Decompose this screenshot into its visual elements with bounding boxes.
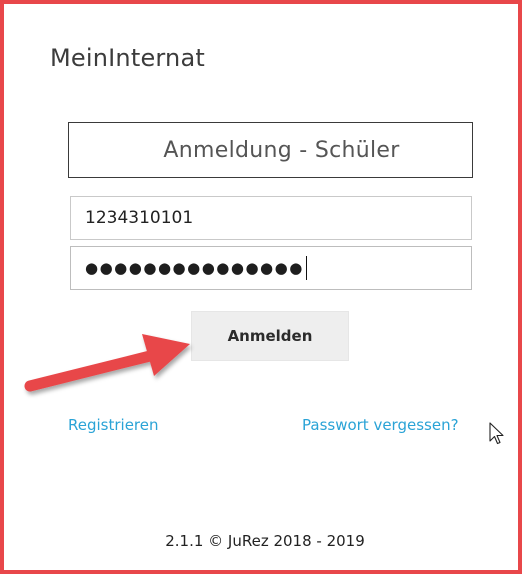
login-mode-label: Anmeldung - Schüler (163, 137, 400, 163)
version-footer: 2.1.1 © JuRez 2018 - 2019 (165, 532, 365, 550)
arrow-annotation-icon (24, 334, 190, 392)
login-mode-banner: Anmeldung - Schüler (68, 122, 473, 178)
text-caret (305, 256, 308, 280)
screenshot-frame: MeinInternat Anmeldung - Schüler ●●●●●●●… (0, 0, 522, 574)
username-input[interactable] (70, 196, 472, 240)
password-masked-value: ●●●●●●●●●●●●●●● (85, 259, 304, 277)
forgot-password-link[interactable]: Passwort vergessen? (302, 416, 459, 434)
password-input[interactable]: ●●●●●●●●●●●●●●● (70, 246, 472, 290)
login-button[interactable]: Anmelden (191, 311, 349, 361)
app-title: MeinInternat (50, 44, 205, 72)
mouse-cursor-icon (489, 422, 504, 445)
register-link[interactable]: Registrieren (68, 416, 159, 434)
